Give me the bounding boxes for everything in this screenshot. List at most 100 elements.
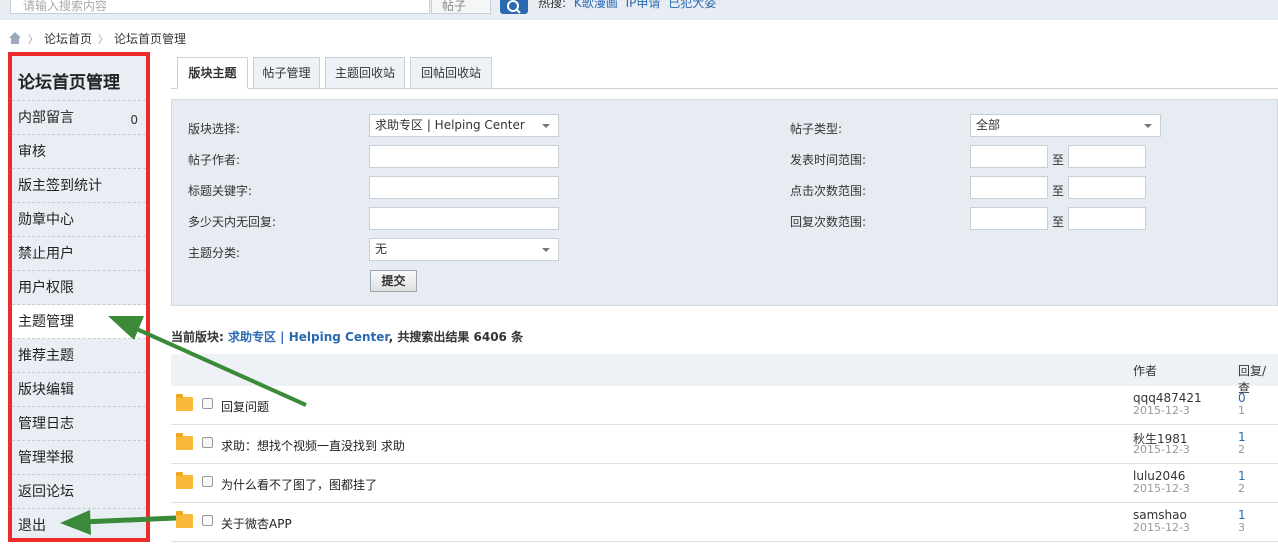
range-to-label: 至: [1052, 215, 1065, 229]
chevron-down-icon: [542, 124, 550, 128]
sidebar-item-label: 管理日志: [18, 416, 74, 432]
sidebar-item-label: 内部留言: [18, 110, 74, 126]
search-icon: [507, 0, 521, 14]
sidebar-item-logout[interactable]: 退出: [12, 509, 146, 543]
author-link[interactable]: lulu2046: [1133, 469, 1185, 483]
author-link[interactable]: samshao: [1133, 508, 1187, 522]
topic-title-link[interactable]: 回复问题: [221, 398, 269, 415]
row-checkbox[interactable]: [202, 476, 213, 487]
sidebar-item-review[interactable]: 审核: [12, 135, 146, 169]
top-bar: 请输入搜索内容 帖子 热搜: K歌漫画 IP申请 已犯大姿: [0, 0, 1278, 20]
view-count: 2: [1238, 443, 1245, 456]
noreply-days-input[interactable]: [369, 207, 559, 230]
folder-icon: [176, 394, 193, 411]
chevron-right-icon: 〉: [98, 34, 109, 46]
category-select[interactable]: 无: [369, 238, 559, 261]
submit-button[interactable]: 提交: [370, 270, 417, 292]
replies-range-start-input[interactable]: [970, 207, 1048, 230]
sidebar-item-topic-management[interactable]: 主题管理: [12, 305, 146, 339]
view-count: 2: [1238, 482, 1245, 495]
post-type-label: 帖子类型:: [790, 122, 843, 136]
reply-count[interactable]: 1: [1238, 469, 1246, 483]
search-type-label: 帖子: [442, 0, 467, 13]
topic-title-link[interactable]: 为什么看不了图了，图都挂了: [221, 476, 377, 493]
board-select-value: 求助专区 | Helping Center: [375, 118, 525, 132]
topic-title-link[interactable]: 求助：想找个视频一直没找到 求助: [221, 437, 405, 454]
summary-prefix: 当前版块:: [171, 330, 224, 344]
chevron-down-icon: [1144, 124, 1152, 128]
author-column-header: 作者: [1133, 364, 1158, 378]
author-link[interactable]: qqq487421: [1133, 391, 1202, 405]
reply-count[interactable]: 1: [1238, 508, 1246, 522]
range-to-label: 至: [1052, 184, 1065, 198]
sidebar-item-back-to-forum[interactable]: 返回论坛: [12, 475, 146, 509]
sidebar-item-medal-center[interactable]: 勋章中心: [12, 203, 146, 237]
filter-panel: 版块选择: 求助专区 | Helping Center 帖子作者: 标题关键字:…: [171, 99, 1278, 306]
reply-count[interactable]: 1: [1238, 430, 1246, 444]
replies-range-end-input[interactable]: [1068, 207, 1146, 230]
topic-title-link[interactable]: 关于微杏APP: [221, 515, 292, 532]
folder-icon: [176, 472, 193, 489]
time-range-end-input[interactable]: [1068, 145, 1146, 168]
author-label: 帖子作者:: [188, 153, 241, 167]
sidebar-item-user-permissions[interactable]: 用户权限: [12, 271, 146, 305]
sidebar-item-manage-reports[interactable]: 管理举报: [12, 441, 146, 475]
chevron-down-icon: [542, 248, 550, 252]
search-type-select[interactable]: 帖子: [431, 0, 491, 14]
post-date: 2015-12-3: [1133, 482, 1190, 495]
author-input[interactable]: [369, 145, 559, 168]
reply-count[interactable]: 0: [1238, 391, 1246, 405]
summary-board-link[interactable]: 求助专区 | Helping Center: [228, 330, 389, 344]
message-count: 0: [130, 113, 138, 127]
search-placeholder: 请输入搜索内容: [23, 0, 108, 13]
view-count: 3: [1238, 521, 1245, 534]
sidebar-item-internal-messages[interactable]: 内部留言 0: [12, 101, 146, 135]
row-checkbox[interactable]: [202, 398, 213, 409]
clicks-range-start-input[interactable]: [970, 176, 1048, 199]
view-count: 1: [1238, 404, 1245, 417]
row-checkbox[interactable]: [202, 515, 213, 526]
clicks-range-label: 点击次数范围:: [790, 184, 867, 198]
sidebar-item-admin-log[interactable]: 管理日志: [12, 407, 146, 441]
hot-link[interactable]: IP申请: [626, 0, 661, 10]
sidebar-item-board-edit[interactable]: 版块编辑: [12, 373, 146, 407]
clicks-range-end-input[interactable]: [1068, 176, 1146, 199]
sidebar-title: 论坛首页管理: [12, 56, 146, 101]
sidebar-item-checkin-stats[interactable]: 版主签到统计: [12, 169, 146, 203]
table-row: 为什么看不了图了，图都挂了 lulu2046 2015-12-3 1 2: [171, 464, 1278, 503]
row-checkbox[interactable]: [202, 437, 213, 448]
post-date: 2015-12-3: [1133, 521, 1190, 534]
replies-range-label: 回复次数范围:: [790, 215, 867, 229]
time-range-label: 发表时间范围:: [790, 153, 867, 167]
tab-reply-recycle-bin[interactable]: 回帖回收站: [410, 57, 492, 89]
home-icon[interactable]: [8, 32, 22, 44]
tab-bar: 版块主题 帖子管理 主题回收站 回帖回收站: [171, 57, 1278, 89]
table-header: 作者 回复/查: [171, 354, 1278, 395]
table-row: 求助：想找个视频一直没找到 求助 秋生1981 2015-12-3 1 2: [171, 425, 1278, 464]
summary-count: , 共搜索出结果 6406 条: [388, 330, 524, 344]
tab-topic-recycle-bin[interactable]: 主题回收站: [325, 57, 405, 89]
hot-link[interactable]: 已犯大姿: [668, 0, 716, 10]
tab-post-management[interactable]: 帖子管理: [253, 57, 320, 89]
sidebar-item-label: 勋章中心: [18, 212, 74, 228]
sidebar-item-label: 管理举报: [18, 450, 74, 466]
post-type-select[interactable]: 全部: [970, 114, 1161, 137]
sidebar-item-label: 主题管理: [18, 314, 74, 330]
table-row: 回复问题 qqq487421 2015-12-3 0 1: [171, 386, 1278, 425]
time-range-start-input[interactable]: [970, 145, 1048, 168]
sidebar: 论坛首页管理 内部留言 0 审核 版主签到统计 勋章中心 禁止用户 用户权限 主…: [8, 52, 150, 542]
sidebar-item-label: 推荐主题: [18, 348, 74, 364]
breadcrumb-item[interactable]: 论坛首页: [44, 30, 92, 47]
hot-label: 热搜:: [538, 0, 567, 10]
board-label: 版块选择:: [188, 122, 241, 136]
sidebar-item-recommended-topics[interactable]: 推荐主题: [12, 339, 146, 373]
search-button[interactable]: [500, 0, 528, 14]
tab-board-topics[interactable]: 版块主题: [177, 57, 248, 89]
hot-link[interactable]: K歌漫画: [574, 0, 618, 10]
sidebar-item-label: 版主签到统计: [18, 178, 102, 194]
hot-searches: 热搜: K歌漫画 IP申请 已犯大姿: [538, 0, 716, 11]
board-select[interactable]: 求助专区 | Helping Center: [369, 114, 559, 137]
sidebar-item-ban-user[interactable]: 禁止用户: [12, 237, 146, 271]
search-input[interactable]: 请输入搜索内容: [10, 0, 430, 14]
keyword-input[interactable]: [369, 176, 559, 199]
